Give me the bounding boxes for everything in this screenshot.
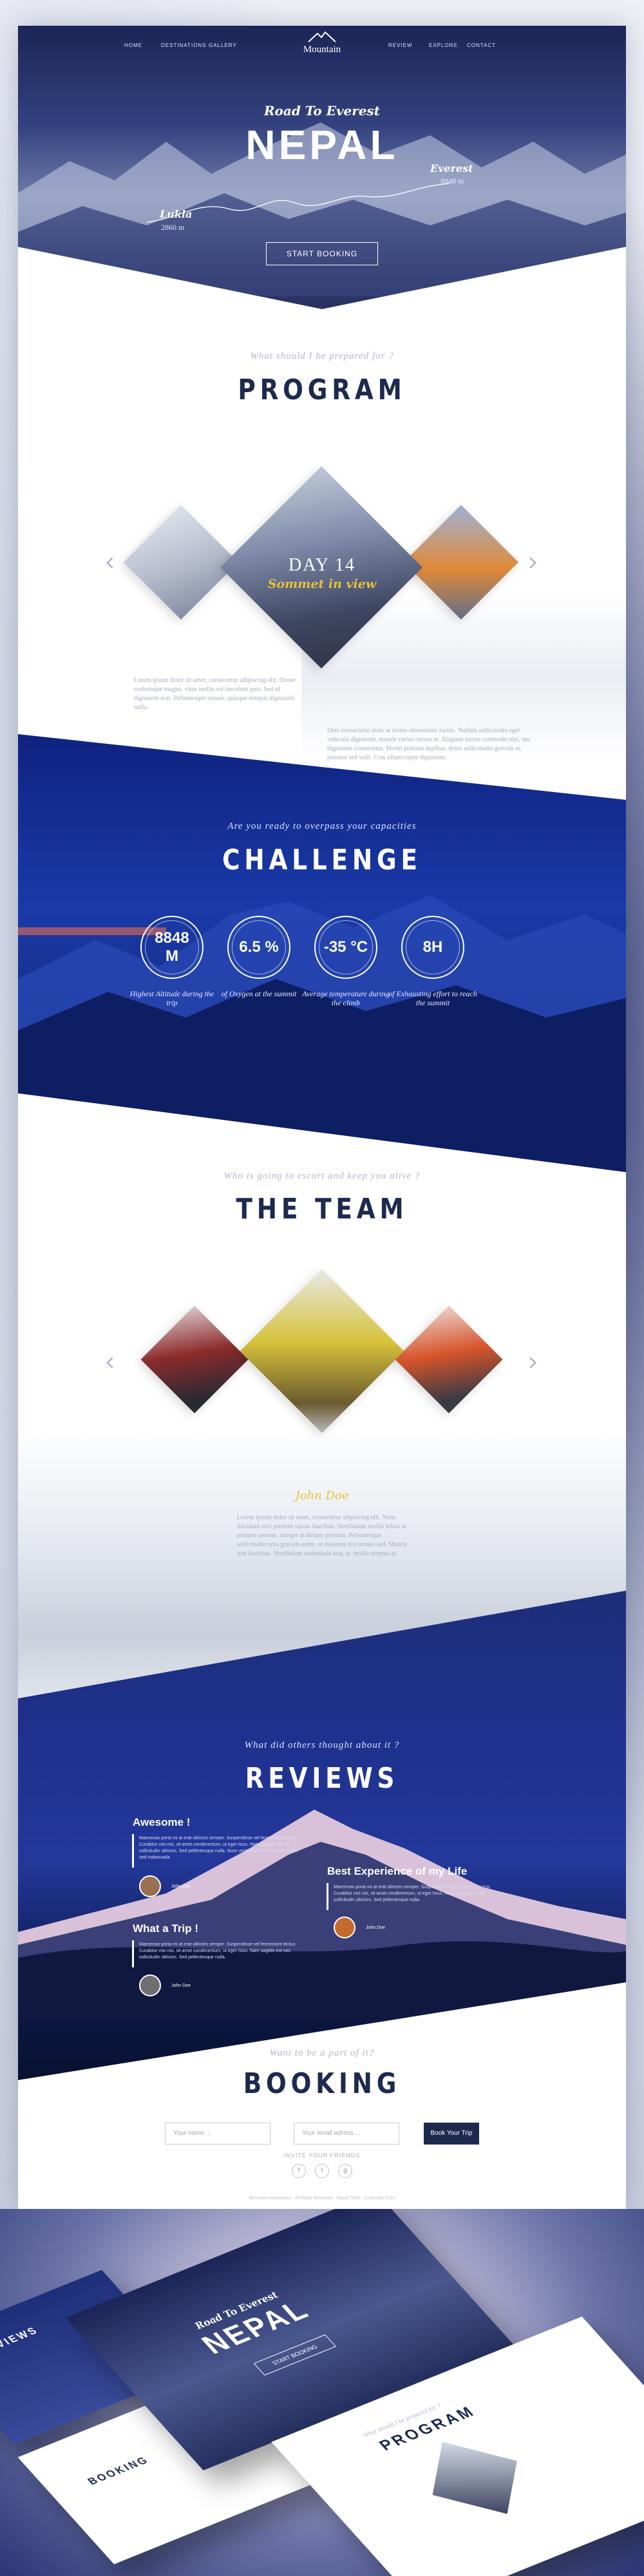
team-prev-arrow[interactable] bbox=[106, 1357, 118, 1368]
stat-caption-effort: of Exhausting effort to reach the summit bbox=[388, 989, 477, 1007]
review-3-avatar bbox=[139, 1975, 161, 1996]
start-booking-button[interactable]: START BOOKING bbox=[266, 242, 378, 265]
logo-text: Mountain bbox=[303, 44, 341, 55]
logo[interactable]: Mountain bbox=[290, 31, 354, 55]
facebook-icon[interactable]: f bbox=[292, 2164, 306, 2178]
stat-circle-effort: 8H bbox=[401, 916, 464, 979]
stat-caption-temperature: Average temperature during the climb bbox=[302, 989, 390, 1007]
challenge-question: Are you ready to overpass your capacitie… bbox=[227, 821, 417, 831]
stat-circle-temperature: -35 °C bbox=[314, 916, 377, 979]
program-paragraph-left: Lorem ipsum dolor sit amet, consectetur … bbox=[134, 677, 296, 711]
name-input[interactable]: Your name ... bbox=[165, 2123, 270, 2145]
review-1-bar bbox=[132, 1834, 134, 1868]
review-1-title: Awesome ! bbox=[133, 1816, 191, 1828]
program-question: What should I be prepared for ? bbox=[250, 351, 394, 361]
nav-gallery[interactable]: GALLERY bbox=[209, 43, 237, 48]
challenge-mountains bbox=[18, 895, 626, 1172]
team-photo-center[interactable] bbox=[240, 1269, 404, 1434]
nav-contact[interactable]: CONTACT bbox=[467, 43, 496, 48]
team-next-arrow[interactable] bbox=[525, 1357, 536, 1368]
stat-circle-altitude: 8848 M bbox=[140, 916, 204, 979]
invite-friends-label: INVITE YOUR FRIENDS bbox=[283, 2152, 361, 2159]
review-2-title: Best Experience of my Life bbox=[327, 1865, 468, 1877]
team-title: THE TEAM bbox=[236, 1193, 408, 1226]
review-1-text: Maecenas porta mi at erat ultricies semp… bbox=[139, 1836, 298, 1860]
hero-subtitle: Road To Everest bbox=[263, 103, 381, 118]
review-1-name: John Doe bbox=[171, 1884, 191, 1889]
reviews-title: REVIEWS bbox=[245, 1762, 399, 1795]
footer-copyright: Mountain Adventures · All Right Reserved… bbox=[249, 2196, 395, 2201]
mockup-reviews-label: REVIEWS bbox=[0, 2325, 41, 2357]
review-3-name: John Doe bbox=[171, 1984, 191, 1988]
stat-value-temperature: -35 °C bbox=[323, 938, 368, 956]
review-1-avatar bbox=[139, 1875, 161, 1897]
challenge-title: CHALLENGE bbox=[222, 844, 422, 876]
stat-value-oxygen: 6.5 % bbox=[239, 938, 279, 956]
stat-caption-oxygen: of Oxygen at the summit bbox=[221, 989, 297, 998]
start-point-altitude: 2860 m bbox=[161, 223, 185, 232]
team-member-name: John Doe bbox=[295, 1489, 349, 1502]
end-point-altitude: 8848 m bbox=[440, 176, 464, 185]
mockup-showcase: REVIEWS BOOKING Road To Everest NEPAL ST… bbox=[0, 2209, 644, 2576]
review-3-text: Maecenas porta mi at erat ultricies semp… bbox=[139, 1942, 297, 1960]
hero-section: HOME DESTINATIONS GALLERY REVIEW EXPLORE… bbox=[18, 26, 626, 309]
start-point-name: Lukla bbox=[160, 208, 193, 220]
review-2-text: Maecenas porta mi at erat ultricies semp… bbox=[334, 1885, 491, 1902]
team-question: Who is going to escort and keep you aliv… bbox=[223, 1171, 421, 1181]
email-input[interactable]: Your email adress ... bbox=[294, 2123, 399, 2145]
nav-review[interactable]: REVIEW bbox=[388, 43, 413, 48]
nav-explore[interactable]: EXPLORE bbox=[429, 43, 458, 48]
nav-destinations[interactable]: DESTINATIONS bbox=[161, 43, 207, 48]
end-point-name: Everest bbox=[430, 162, 473, 175]
booking-title: BOOKING bbox=[243, 2067, 401, 2100]
program-paragraph-right: Duis consectetur nunc at lorem elementum… bbox=[327, 727, 531, 761]
mockup-program-photo bbox=[432, 2441, 517, 2514]
reviews-question: What did others thought about it ? bbox=[244, 1740, 400, 1750]
review-3-title: What a Trip ! bbox=[133, 1922, 198, 1935]
nav-home[interactable]: HOME bbox=[124, 43, 142, 48]
program-title: PROGRAM bbox=[238, 374, 406, 406]
book-trip-button[interactable]: Book Your Trip bbox=[424, 2123, 479, 2145]
review-2-avatar bbox=[334, 1917, 355, 1938]
review-2-bar bbox=[327, 1883, 328, 1910]
team-photo-left[interactable] bbox=[140, 1305, 249, 1414]
twitter-icon[interactable]: t bbox=[315, 2164, 329, 2178]
team-member-bio: Lorem ipsum dolor sit amet, consectetur … bbox=[237, 1514, 407, 1557]
team-photo-right[interactable] bbox=[395, 1305, 503, 1414]
program-day-caption: Sommet in view bbox=[267, 577, 377, 591]
mountain-logo-icon bbox=[308, 31, 336, 43]
stat-circle-oxygen: 6.5 % bbox=[227, 916, 290, 979]
program-day-label: DAY 14 bbox=[288, 555, 356, 575]
landing-page: HOME DESTINATIONS GALLERY REVIEW EXPLORE… bbox=[18, 26, 626, 2209]
booking-question: Want to be a part of it? bbox=[269, 2048, 375, 2058]
stat-value-effort: 8H bbox=[422, 938, 443, 956]
stat-caption-altitude: Highest Altitude during the trip bbox=[129, 989, 214, 1007]
google-plus-icon[interactable]: g bbox=[338, 2164, 352, 2178]
review-3-bar bbox=[132, 1940, 134, 1967]
hero-title: NEPAL bbox=[245, 122, 399, 168]
review-2-name: John Doe bbox=[366, 1926, 385, 1930]
stat-value-altitude: 8848 M bbox=[155, 929, 189, 965]
mockup-booking-label: BOOKING bbox=[86, 2455, 152, 2487]
